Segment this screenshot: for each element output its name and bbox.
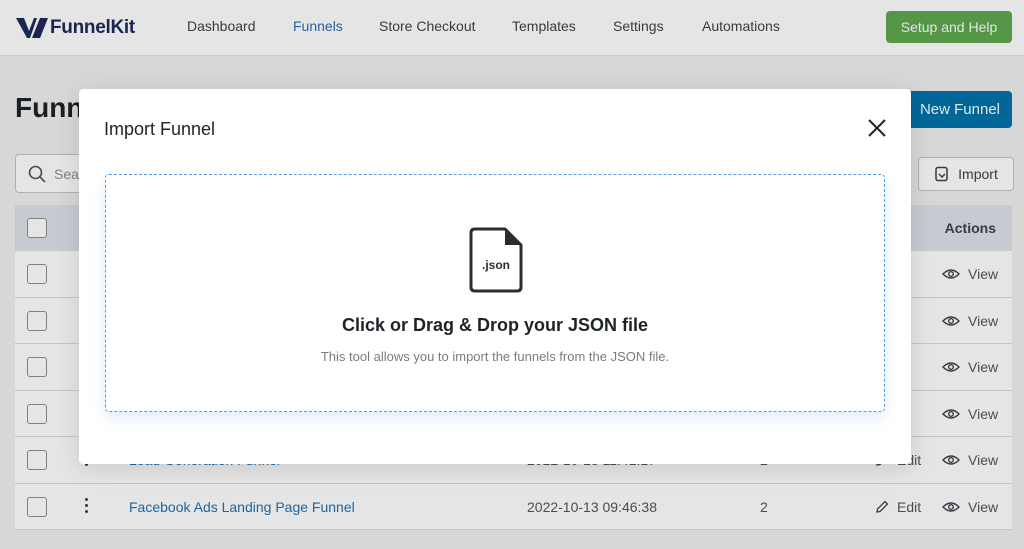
- json-file-label: .json: [482, 258, 510, 272]
- modal-title: Import Funnel: [104, 119, 216, 139]
- import-funnel-modal: Import Funnel .json Click or Drag & Drop…: [79, 89, 911, 464]
- dropzone-title: Click or Drag & Drop your JSON file: [341, 315, 649, 335]
- json-dropzone[interactable]: .json Click or Drag & Drop your JSON fil…: [105, 174, 885, 412]
- close-icon[interactable]: [866, 117, 888, 139]
- dropzone-description: This tool allows you to import the funne…: [320, 349, 670, 364]
- json-file-icon: .json: [469, 227, 523, 293]
